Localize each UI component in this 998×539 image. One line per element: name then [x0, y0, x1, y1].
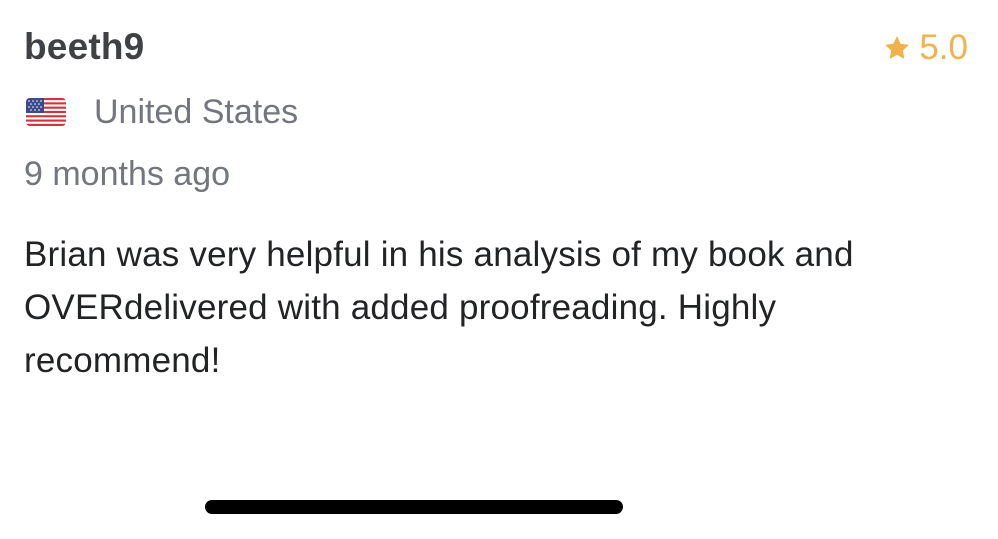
rating-value: 5.0	[919, 28, 968, 67]
star-icon	[885, 36, 910, 59]
review-rating: 5.0	[883, 28, 968, 68]
review-card: beeth9 5.0 United States 9 months ago Br…	[0, 0, 998, 539]
review-timestamp: 9 months ago	[24, 155, 231, 193]
review-header: beeth9 5.0	[24, 24, 968, 72]
review-body: Brian was very helpful in his analysis o…	[24, 235, 854, 380]
reviewer-country: United States	[26, 92, 298, 132]
country-name: United States	[94, 93, 299, 131]
home-indicator[interactable]	[205, 500, 623, 514]
us-flag-icon	[26, 98, 66, 126]
reviewer-username[interactable]: beeth9	[24, 24, 144, 70]
